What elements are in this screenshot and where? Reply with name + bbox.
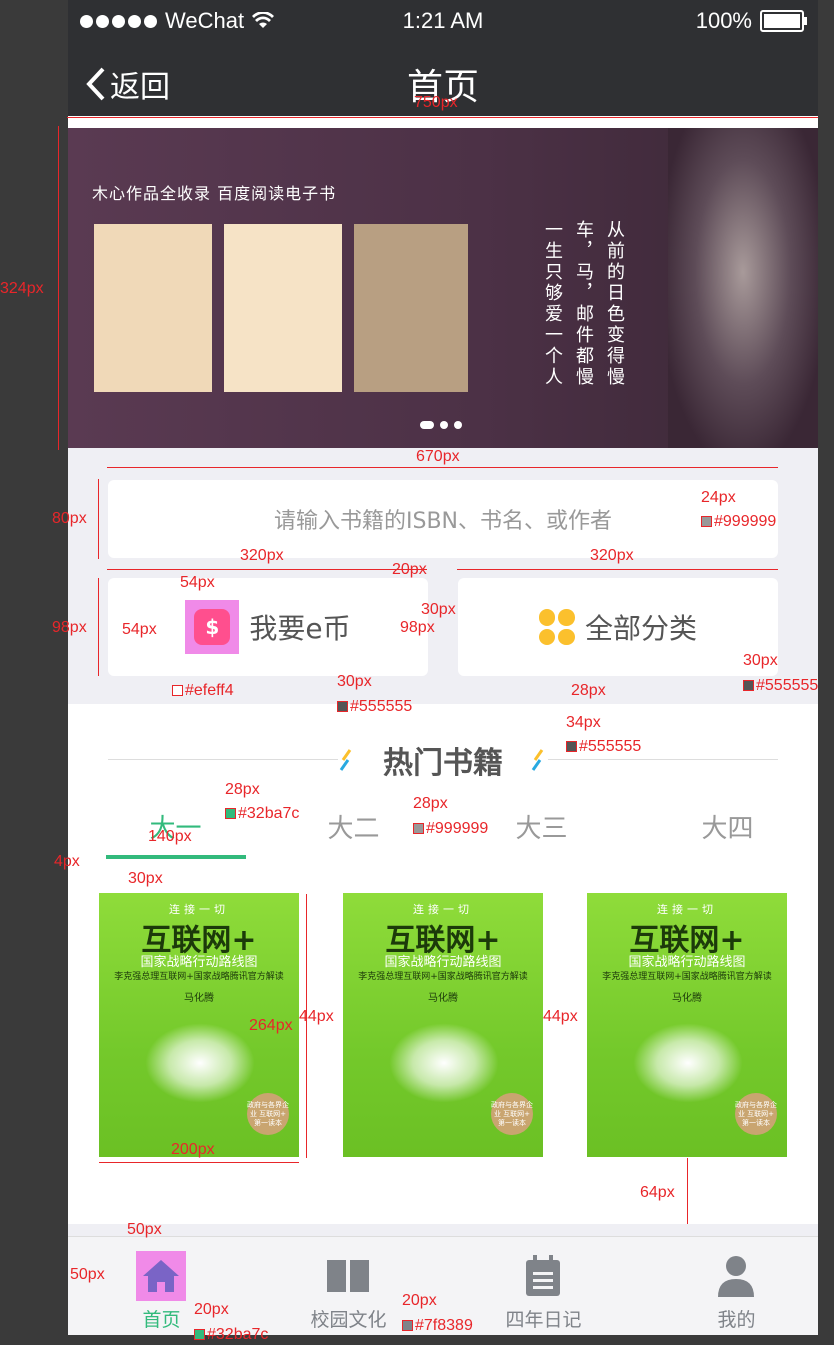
annotation-label: 30px xyxy=(337,673,372,690)
banner-caption: 木心作品全收录 百度阅读电子书 xyxy=(92,184,337,203)
annotation-line xyxy=(58,126,59,450)
annotation-label: 28px xyxy=(413,795,448,812)
home-icon xyxy=(136,1251,186,1301)
book-cover[interactable]: 连接一切 互联网+ 国家战略行动路线图 李克强总理互联网+国家战略腾讯官方解读 … xyxy=(343,893,543,1157)
search-input[interactable]: 请输入书籍的ISBN、书名、或作者 xyxy=(108,480,778,558)
banner-book-3 xyxy=(354,224,468,392)
annotation-label: 98px xyxy=(400,619,435,636)
annotation-label: 50px xyxy=(127,1221,162,1238)
coin-icon: $ xyxy=(185,600,240,654)
annotation-label: 20px xyxy=(402,1292,437,1309)
annotation-label: 20px xyxy=(194,1301,229,1318)
annotation-line xyxy=(98,578,99,676)
banner-poem-mid: 车，马，邮件都慢 xyxy=(573,220,594,388)
annotation-label: 50px xyxy=(70,1266,105,1283)
annotation-label: #32ba7c xyxy=(225,805,299,823)
annotation-label: 320px xyxy=(590,547,634,564)
annotation-label: #555555 xyxy=(337,698,412,716)
tabbar-item-home[interactable]: 首页 xyxy=(68,1237,255,1335)
hot-books-title: 热门书籍 xyxy=(383,746,503,781)
annotation-label: 324px xyxy=(0,280,44,297)
tabbar-label: 四年日记 xyxy=(505,1309,582,1331)
annotation-line xyxy=(67,117,818,118)
annotation-label: 54px xyxy=(122,621,157,638)
annotation-label: 30px xyxy=(743,652,778,669)
tab-underline xyxy=(106,855,246,859)
banner-poem-left: 一生只够爱一个人 xyxy=(542,220,563,388)
category-icon xyxy=(538,609,575,645)
banner-poem-right: 从前的日色变得慢 xyxy=(604,220,625,388)
book-icon xyxy=(323,1251,373,1301)
status-right: 100% xyxy=(695,8,807,34)
banner-portrait xyxy=(668,128,818,448)
annotation-label: 44px xyxy=(299,1008,334,1025)
annotation-line xyxy=(306,894,307,1158)
annotation-line xyxy=(107,467,778,468)
annotation-line xyxy=(687,1158,688,1224)
status-bar: WeChat 1:21 AM 100% xyxy=(68,0,818,42)
banner-pager[interactable] xyxy=(420,421,462,429)
annotation-label: 320px xyxy=(240,547,284,564)
annotation-label: 44px xyxy=(543,1008,578,1025)
annotation-label: 30px xyxy=(421,601,456,618)
annotation-label: 670px xyxy=(416,448,460,465)
annotation-label: #efeff4 xyxy=(172,682,234,700)
tabbar-item-profile[interactable]: 我的 xyxy=(643,1237,818,1335)
tab-year-4[interactable]: 大四 xyxy=(634,808,818,845)
annotation-label: 4px xyxy=(54,853,80,870)
banner-carousel[interactable]: 木心作品全收录 百度阅读电子书 从前的日色变得慢 车，马，邮件都慢 一生只够爱一… xyxy=(68,128,818,448)
annotation-label: 98px xyxy=(52,619,87,636)
annotation-label: 20px xyxy=(392,561,427,578)
annotation-label: 34px xyxy=(566,714,601,731)
annotation-line xyxy=(107,569,427,570)
ecoin-label: 我要e币 xyxy=(249,612,351,645)
annotation-label: 24px xyxy=(701,489,736,506)
hot-books-header: 热门书籍 xyxy=(68,720,818,800)
annotation-label: 140px xyxy=(148,828,192,845)
annotation-label: #7f8389 xyxy=(402,1317,473,1335)
annotation-label: #555555 xyxy=(566,738,641,756)
book-cover[interactable]: 连接一切 互联网+ 国家战略行动路线图 李克强总理互联网+国家战略腾讯官方解读 … xyxy=(587,893,787,1157)
battery-percent: 100% xyxy=(695,8,752,33)
annotation-label: 54px xyxy=(180,574,215,591)
section-divider xyxy=(68,1224,818,1236)
user-icon xyxy=(711,1251,761,1301)
tabbar-label: 我的 xyxy=(717,1309,756,1331)
annotation-line xyxy=(457,569,778,570)
search-placeholder: 请输入书籍的ISBN、书名、或作者 xyxy=(273,509,612,534)
annotation-line xyxy=(99,1162,299,1163)
annotation-label: 750px xyxy=(414,94,458,111)
annotation-label: #999999 xyxy=(413,820,488,838)
tabbar-item-diary[interactable]: 四年日记 xyxy=(450,1237,637,1335)
calendar-icon xyxy=(518,1251,568,1301)
banner-book-2 xyxy=(224,224,342,392)
annotation-label: 264px xyxy=(249,1017,293,1034)
annotation-label: 64px xyxy=(640,1184,675,1201)
annotation-label: #32ba7c xyxy=(194,1326,268,1344)
annotation-label: 28px xyxy=(225,781,260,798)
annotation-label: 80px xyxy=(52,510,87,527)
annotation-label: 30px xyxy=(128,870,163,887)
annotation-label: #999999 xyxy=(701,513,776,531)
category-card[interactable]: 全部分类 xyxy=(458,578,778,676)
sparkle-icon xyxy=(531,749,544,771)
annotation-label: 28px xyxy=(571,682,606,699)
battery-icon xyxy=(760,10,807,32)
annotation-label: #555555 xyxy=(743,677,818,695)
annotation-label: 200px xyxy=(171,1141,215,1158)
phone-screen: WeChat 1:21 AM 100% 返回 首页 木心作品全收录 百度阅读电子… xyxy=(68,0,818,1335)
annotation-line xyxy=(98,479,99,559)
category-label: 全部分类 xyxy=(584,612,697,645)
banner-book-1 xyxy=(94,224,212,392)
